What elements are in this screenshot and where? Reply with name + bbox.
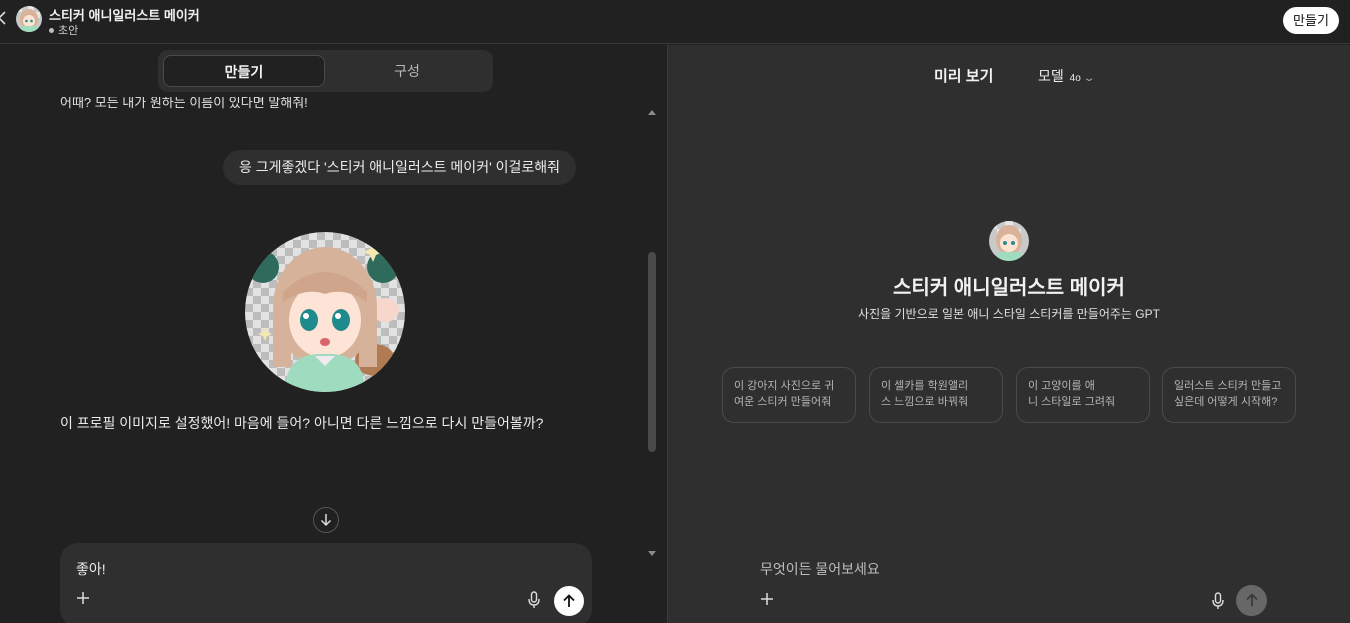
- tab-create[interactable]: 만들기: [163, 55, 325, 87]
- builder-tabs: 만들기 구성: [158, 50, 493, 92]
- starter-line: 스 느낌으로 바꿔줘: [881, 396, 969, 408]
- preview-pane: 미리 보기 모델 4o ⌄ 스티커 애니일러스트 메이커 사진을 기반으로 일본 …: [668, 45, 1350, 623]
- gpt-name: 스티커 애니일러스트 메이커: [893, 277, 1125, 299]
- conversation-starter-1[interactable]: 이 강아지 사진으로 귀 여운 스티커 만들어줘: [722, 367, 856, 423]
- scrollbar-thumb[interactable]: [648, 252, 656, 452]
- arrow-down-icon: [320, 514, 332, 527]
- preview-title: 미리 보기: [934, 68, 994, 85]
- generated-profile-image: [245, 232, 405, 392]
- gpt-avatar: [989, 221, 1029, 261]
- model-label: 모델: [1038, 68, 1064, 84]
- starter-line: 니 스타일로 그려줘: [1028, 396, 1116, 408]
- starter-line: 여운 스티커 만들어줘: [734, 396, 832, 408]
- status-dot: [49, 27, 54, 33]
- tab-configure[interactable]: 구성: [326, 55, 488, 87]
- chevron-down-icon: ⌄: [1082, 73, 1096, 84]
- top-bar: 스티커 애니일러스트 메이커 초안 만들기: [0, 0, 1350, 44]
- starter-line: 이 고양이를 애: [1028, 380, 1095, 392]
- preview-composer: 무엇이든 물어보세요: [738, 543, 1278, 623]
- conversation-starter-3[interactable]: 이 고양이를 애 니 스타일로 그려줘: [1016, 367, 1150, 423]
- microphone-icon[interactable]: [1211, 592, 1225, 610]
- arrow-up-icon: [1245, 593, 1258, 606]
- starter-line: 일러스트 스티커 만들고: [1174, 380, 1282, 392]
- scroll-up-arrow-icon[interactable]: [647, 103, 657, 115]
- assistant-message: 이 프로필 이미지로 설정했어! 마음에 들어? 아니면 다른 느낌으로 다시 …: [60, 415, 544, 431]
- arrow-up-icon: [563, 594, 575, 607]
- builder-composer: 좋아!: [60, 543, 592, 623]
- starter-line: 싶은데 어떻게 시작해?: [1174, 396, 1278, 408]
- draft-status: 초안: [49, 22, 78, 38]
- send-button[interactable]: [554, 586, 584, 616]
- model-selector[interactable]: 모델 4o ⌄: [1038, 66, 1096, 86]
- model-version: 4o: [1069, 73, 1081, 84]
- starter-line: 이 강아지 사진으로 귀: [734, 380, 835, 392]
- scroll-to-bottom-button[interactable]: [313, 507, 339, 533]
- status-label: 초안: [58, 25, 79, 37]
- create-button[interactable]: 만들기: [1283, 7, 1339, 34]
- gpt-avatar-small: [16, 6, 42, 32]
- builder-pane: 만들기 구성 어때? 모든 내가 원하는 이름이 있다면 말해줘! 응 그게좋겠…: [0, 45, 667, 623]
- send-button-disabled[interactable]: [1236, 585, 1267, 616]
- builder-composer-input[interactable]: 좋아!: [76, 559, 106, 579]
- conversation-starter-2[interactable]: 이 셀카를 학원앨리 스 느낌으로 바꿔줘: [869, 367, 1003, 423]
- plus-icon[interactable]: [74, 590, 92, 608]
- gpt-description: 사진을 기반으로 일본 애니 스타일 스티커를 만들어주는 GPT: [858, 307, 1160, 321]
- conversation-starter-4[interactable]: 일러스트 스티커 만들고 싶은데 어떻게 시작해?: [1162, 367, 1296, 423]
- plus-icon[interactable]: [758, 591, 776, 609]
- starter-line: 이 셀카를 학원앨리: [881, 380, 969, 392]
- microphone-icon[interactable]: [527, 591, 541, 609]
- user-message: 응 그게좋겠다 '스티커 애니일러스트 메이커' 이걸로해줘: [223, 150, 577, 185]
- preview-composer-input[interactable]: 무엇이든 물어보세요: [760, 559, 880, 579]
- assistant-message-partial: 어때? 모든 내가 원하는 이름이 있다면 말해줘!: [60, 95, 308, 110]
- back-chevron-icon[interactable]: [0, 10, 11, 30]
- scroll-down-arrow-icon[interactable]: [647, 545, 657, 556]
